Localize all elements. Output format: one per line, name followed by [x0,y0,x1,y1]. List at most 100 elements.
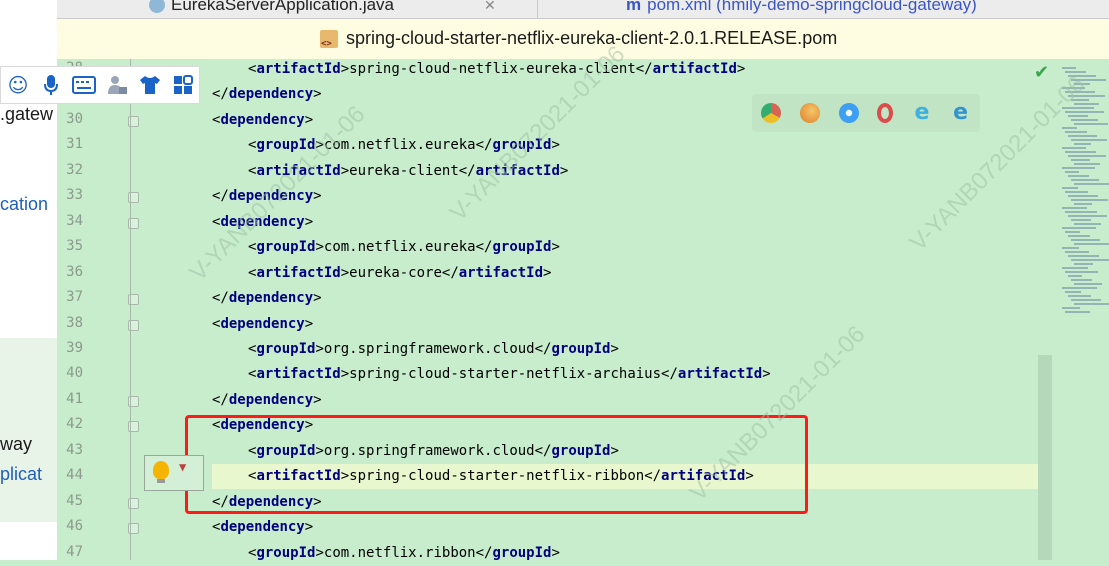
minimap-line [1068,255,1099,257]
code-line[interactable]: </dependency> [212,82,322,107]
minimap-line [1071,259,1109,261]
tab-label: EurekaServerApplication.java [171,0,395,14]
code-line[interactable]: <artifactId>eureka-client</artifactId> [248,159,568,184]
minimap-line [1068,115,1088,117]
microphone-icon[interactable] [38,72,64,98]
angle-bracket: </ [441,264,459,281]
line-number: 39 [66,339,83,356]
line-number: 47 [66,543,83,560]
minimap-line [1068,175,1089,177]
angle-bracket: > [315,544,324,561]
minimap-line [1074,103,1099,105]
minimap-line [1074,163,1100,165]
tab-eureka-server-application[interactable]: EurekaServerApplication.java ✕ [149,0,496,18]
xml-tag-name: dependency [228,391,314,408]
user-icon[interactable] [104,72,130,98]
editor-tab-strip: EurekaServerApplication.java ✕ m pom.xml… [57,0,1109,19]
angle-bracket: </ [212,391,229,408]
emoji-icon[interactable]: ☺ [5,72,31,98]
angle-bracket: </ [475,544,493,561]
code-line[interactable]: </dependency> [212,184,322,209]
code-line[interactable]: <dependency> [212,210,313,235]
code-line[interactable]: <groupId>org.springframework.cloud</grou… [248,337,619,362]
xml-tag-name: groupId [551,340,611,357]
minimap-line [1071,199,1108,201]
project-item-application[interactable]: cation [0,194,48,215]
chrome-icon[interactable] [761,103,782,123]
minimap-line [1068,135,1097,137]
line-number: 40 [66,365,83,382]
angle-bracket: > [315,137,324,154]
angle-bracket: > [304,213,314,230]
angle-bracket: > [304,111,314,128]
minimap-line [1062,227,1096,229]
tab-pom-xml[interactable]: m pom.xml (hmily-demo-springcloud-gatewa… [537,0,977,18]
project-item-way[interactable]: way [0,434,32,455]
angle-bracket: > [340,264,350,281]
code-line[interactable]: <groupId>com.netflix.eureka</groupId> [248,133,560,158]
xml-tag-name: artifactId [475,162,560,179]
gutter-row: 39 [57,337,207,362]
code-line[interactable]: <artifactId>spring-cloud-starter-netflix… [248,362,771,387]
xml-text-value: org.springframework.cloud [323,340,535,357]
code-line[interactable]: <dependency> [212,108,313,133]
angle-bracket: </ [475,137,493,154]
code-line[interactable]: <groupId>com.netflix.ribbon</groupId> [248,541,560,566]
minimap-line [1071,119,1098,121]
minimap-line [1068,235,1090,237]
angle-bracket: > [762,366,771,383]
xml-tag-name: groupId [492,137,552,154]
safari-icon[interactable] [838,103,859,123]
ie-icon[interactable]: e [912,102,932,124]
xml-tag-name: dependency [228,188,314,205]
xml-text-value: eureka-client [349,162,459,179]
xml-file-icon [320,29,338,49]
tshirt-icon[interactable] [137,72,163,98]
opera-icon[interactable] [877,103,894,123]
tab-label: pom.xml (hmily-demo-springcloud-gateway) [647,0,977,14]
project-selection-band [0,338,57,522]
xml-tag-name: artifactId [458,264,544,281]
intention-actions-button[interactable]: ▼ [144,455,204,491]
xml-text-value: com.netflix.eureka [323,239,476,256]
xml-text-value: spring-cloud-netflix-eureka-client [349,61,636,77]
code-line[interactable]: </dependency> [212,286,322,311]
project-item-gateway[interactable]: .gatew [0,104,53,125]
code-line[interactable]: <artifactId>spring-cloud-netflix-eureka-… [248,57,745,82]
grid-icon[interactable] [170,72,196,98]
minimap-line [1071,279,1092,281]
minimap-line [1074,203,1092,205]
code-line[interactable]: <groupId>com.netflix.eureka</groupId> [248,235,560,260]
angle-bracket: > [313,188,322,205]
edge-icon[interactable]: e [951,102,971,124]
vertical-scrollbar[interactable] [1038,355,1052,560]
angle-bracket: > [315,340,324,357]
firefox-icon[interactable] [799,103,820,123]
xml-tag-name: dependency [220,315,305,332]
angle-bracket: </ [635,61,653,77]
minimap-line [1062,107,1094,109]
minimap-line [1074,123,1108,125]
angle-bracket: > [304,519,314,536]
minimap-line [1071,299,1101,301]
line-number: 43 [66,441,83,458]
code-line[interactable]: </dependency> [212,388,322,413]
xml-tag-name: groupId [256,340,316,357]
code-line[interactable]: <artifactId>eureka-core</artifactId> [248,261,551,286]
minimap-line [1068,215,1107,217]
keyboard-icon[interactable] [71,72,97,98]
angle-bracket: > [551,239,560,256]
project-item-applicat[interactable]: plicat [0,464,42,485]
code-line[interactable]: <dependency> [212,312,313,337]
minimap-line [1062,87,1085,89]
minimap-line [1065,271,1098,273]
xml-tag-name: groupId [492,239,552,256]
angle-bracket: > [304,315,314,332]
line-number: 46 [66,518,83,535]
minimap-line [1071,79,1106,81]
code-line[interactable]: <dependency> [212,515,313,540]
line-number: 33 [66,187,83,204]
minimap-line [1062,67,1076,69]
close-icon[interactable]: ✕ [484,0,496,14]
angle-bracket: > [543,264,552,281]
